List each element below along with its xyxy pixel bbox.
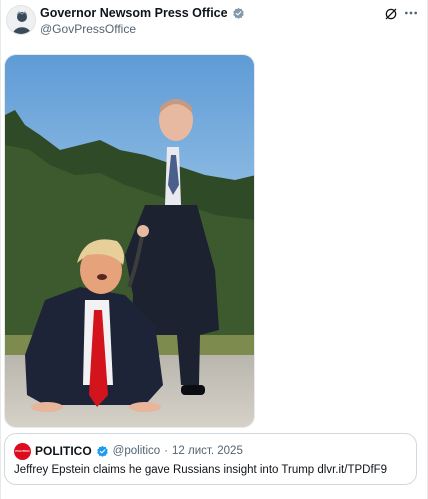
- author-avatar[interactable]: [6, 5, 36, 35]
- quoted-author-name[interactable]: POLITICO: [35, 444, 92, 458]
- tweet-header: Governor Newsom Press Office @GovPressOf…: [1, 0, 428, 48]
- grok-icon[interactable]: [384, 7, 398, 21]
- verified-badge-icon: [232, 7, 244, 19]
- author-name[interactable]: Governor Newsom Press Office: [40, 6, 228, 20]
- tweet-card: Governor Newsom Press Office @GovPressOf…: [0, 0, 428, 499]
- quoted-post-header: POLITICO @politico · 12 лист. 2025: [35, 444, 243, 458]
- politico-avatar[interactable]: POLITICO: [14, 443, 31, 460]
- more-options-icon[interactable]: [403, 6, 419, 20]
- meta-separator: ·: [164, 445, 168, 457]
- quoted-author-handle[interactable]: @politico: [113, 445, 160, 457]
- tweet-image[interactable]: [4, 54, 255, 428]
- author-handle[interactable]: @GovPressOffice: [40, 22, 136, 36]
- quoted-post-text: Jeffrey Epstein claims he gave Russians …: [14, 464, 388, 476]
- quoted-post-date[interactable]: 12 лист. 2025: [172, 445, 243, 457]
- state-seal-portrait-icon: [7, 6, 35, 34]
- politico-logo-text: POLITICO: [15, 449, 30, 453]
- photo-two-men-suits-airstrip: [5, 55, 254, 427]
- verified-badge-icon: [96, 445, 108, 457]
- author-name-row: Governor Newsom Press Office: [40, 6, 245, 20]
- quoted-post[interactable]: POLITICO POLITICO @politico · 12 лист. 2…: [4, 433, 417, 485]
